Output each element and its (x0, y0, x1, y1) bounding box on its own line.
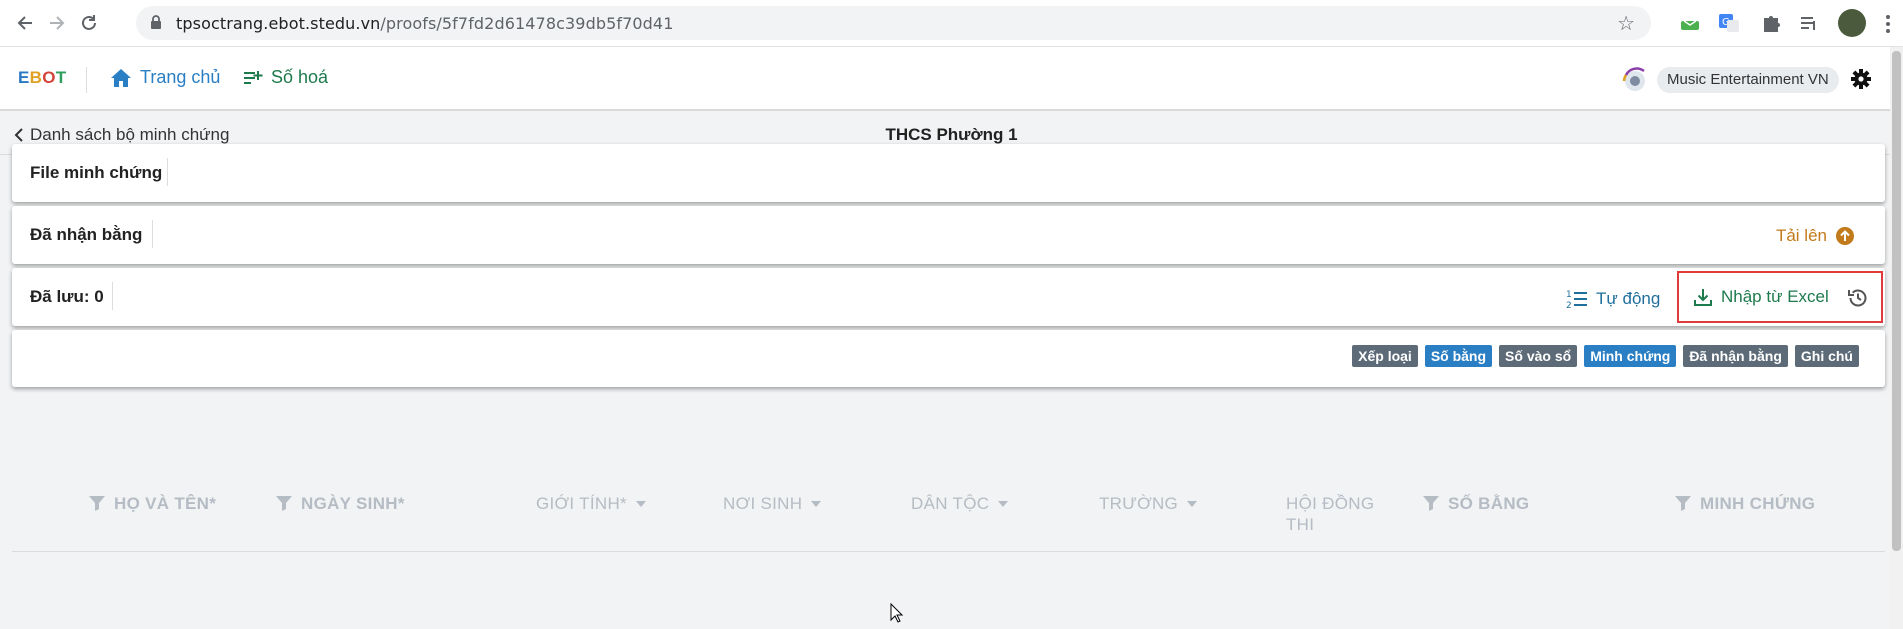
col-header-label: MINH CHỨNG (1700, 494, 1816, 513)
excel-import-highlight: Nhập từ Excel (1677, 271, 1883, 323)
scrollbar-thumb[interactable] (1892, 51, 1901, 551)
col-header-minh-chung[interactable]: MINH CHỨNG (1674, 494, 1815, 514)
auto-number-button[interactable]: 12 Tự động (1566, 288, 1660, 310)
filter-icon (1675, 496, 1691, 511)
filter-icon (1423, 496, 1439, 511)
col-header-label: HỌ VÀ TÊN* (114, 494, 217, 513)
received-card: Đã nhận bằng Tải lên (12, 206, 1885, 264)
puzzle-icon[interactable] (1760, 12, 1782, 34)
upload-circle-icon (1836, 227, 1854, 245)
media-queue-icon[interactable] (1798, 12, 1820, 34)
org-logo-icon (1620, 65, 1650, 95)
chip-da-nhan-bang[interactable]: Đã nhận bằng (1683, 345, 1788, 367)
chip-so-vao-so[interactable]: Số vào sổ (1499, 345, 1578, 367)
app-root: EBOT Trang chủ Số hoá Music Entertainmen… (0, 47, 1903, 629)
col-header-label: TRƯỜNG (1099, 494, 1179, 513)
star-icon[interactable]: ☆ (1617, 11, 1635, 36)
col-header-label: HỘI ĐỒNG (1286, 494, 1375, 513)
download-icon (1694, 289, 1712, 306)
page-scrollbar[interactable] (1890, 47, 1903, 629)
caret-down-icon (811, 501, 822, 507)
svg-text:2: 2 (1566, 301, 1572, 310)
column-toggle-chips: Xếp loại Số bằng Số vào sổ Minh chứng Đã… (1352, 345, 1859, 367)
upload-button-label: Tải lên (1775, 226, 1827, 245)
table-header-divider (12, 551, 1885, 552)
back-arrow-icon[interactable] (14, 12, 36, 34)
chip-minh-chung[interactable]: Minh chứng (1584, 345, 1677, 367)
translate-icon[interactable]: G (1718, 12, 1740, 34)
col-header-label: THI (1286, 515, 1315, 534)
numbered-list-icon: 12 (1566, 290, 1587, 310)
col-header-gioi-tinh[interactable]: GIỚI TÍNH* (536, 494, 647, 514)
gear-icon[interactable] (1850, 68, 1872, 95)
col-header-noi-sinh[interactable]: NƠI SINH (723, 494, 822, 514)
forward-arrow-icon[interactable] (46, 12, 68, 34)
import-excel-label: Nhập từ Excel (1721, 287, 1829, 306)
app-header: EBOT Trang chủ Số hoá Music Entertainmen… (0, 47, 1903, 111)
caret-down-icon (998, 501, 1009, 507)
col-header-hoi-dong-thi[interactable]: HỘI ĐỒNG THI (1286, 494, 1374, 534)
chip-xep-loai[interactable]: Xếp loại (1352, 345, 1418, 367)
org-name-pill[interactable]: Music Entertainment VN (1657, 67, 1839, 93)
browser-menu-icon[interactable] (1885, 14, 1891, 36)
home-icon (111, 68, 131, 87)
chip-ghi-chu[interactable]: Ghi chú (1794, 345, 1859, 367)
reload-icon[interactable] (78, 12, 100, 34)
col-header-label: NGÀY SINH* (301, 494, 405, 513)
col-header-truong[interactable]: TRƯỜNG (1099, 494, 1198, 514)
chip-so-bang[interactable]: Số bằng (1424, 345, 1493, 367)
caret-down-icon (635, 501, 646, 507)
col-header-label: DÂN TỘC (911, 494, 990, 513)
filter-icon (89, 496, 105, 511)
card-divider (112, 282, 113, 310)
col-header-ho-ten[interactable]: HỌ VÀ TÊN* (88, 494, 216, 514)
filter-icon (276, 496, 292, 511)
files-card-label: File minh chứng (30, 163, 163, 182)
extension-inbox-icon[interactable] (1679, 12, 1701, 34)
saved-card: Đã lưu: 0 12 Tự động Nhập từ Excel (12, 268, 1885, 326)
import-excel-button[interactable]: Nhập từ Excel (1693, 287, 1829, 307)
lock-icon (151, 15, 161, 29)
col-header-label: NƠI SINH (723, 494, 803, 513)
app-logo[interactable]: EBOT (18, 68, 66, 88)
playlist-add-icon (244, 70, 263, 84)
card-divider (167, 158, 168, 186)
card-divider (152, 220, 153, 248)
address-bar[interactable]: tpsoctrang.ebot.stedu.vn/proofs/5f7fd2d6… (136, 6, 1651, 40)
col-header-label: SỐ BẰNG (1448, 494, 1530, 513)
col-header-ngay-sinh[interactable]: NGÀY SINH* (275, 494, 405, 514)
nav-digitize-label: Số hoá (271, 67, 329, 87)
url-text: tpsoctrang.ebot.stedu.vn/proofs/5f7fd2d6… (176, 14, 674, 33)
svg-text:1: 1 (1566, 290, 1572, 300)
avatar[interactable] (1838, 9, 1866, 37)
upload-button[interactable]: Tải lên (1776, 226, 1855, 246)
header-divider (86, 67, 87, 93)
files-card: File minh chứng (12, 144, 1885, 202)
nav-digitize[interactable]: Số hoá (243, 67, 328, 88)
auto-number-label: Tự động (1596, 289, 1661, 308)
received-card-label: Đã nhận bằng (30, 225, 143, 244)
saved-count-label: Đã lưu: 0 (30, 287, 104, 306)
nav-home[interactable]: Trang chủ (110, 67, 220, 88)
browser-toolbar: tpsoctrang.ebot.stedu.vn/proofs/5f7fd2d6… (0, 0, 1903, 47)
caret-down-icon (1187, 501, 1198, 507)
col-header-label: GIỚI TÍNH* (536, 494, 627, 513)
col-header-so-bang[interactable]: SỐ BẰNG (1422, 494, 1529, 514)
nav-home-label: Trang chủ (140, 67, 221, 87)
col-header-dan-toc[interactable]: DÂN TỘC (911, 494, 1009, 514)
history-icon[interactable] (1847, 287, 1869, 314)
column-toggle-card: Xếp loại Số bằng Số vào sổ Minh chứng Đã… (12, 330, 1885, 387)
page-title: THCS Phường 1 (885, 125, 1018, 144)
mouse-cursor-icon (890, 602, 904, 628)
